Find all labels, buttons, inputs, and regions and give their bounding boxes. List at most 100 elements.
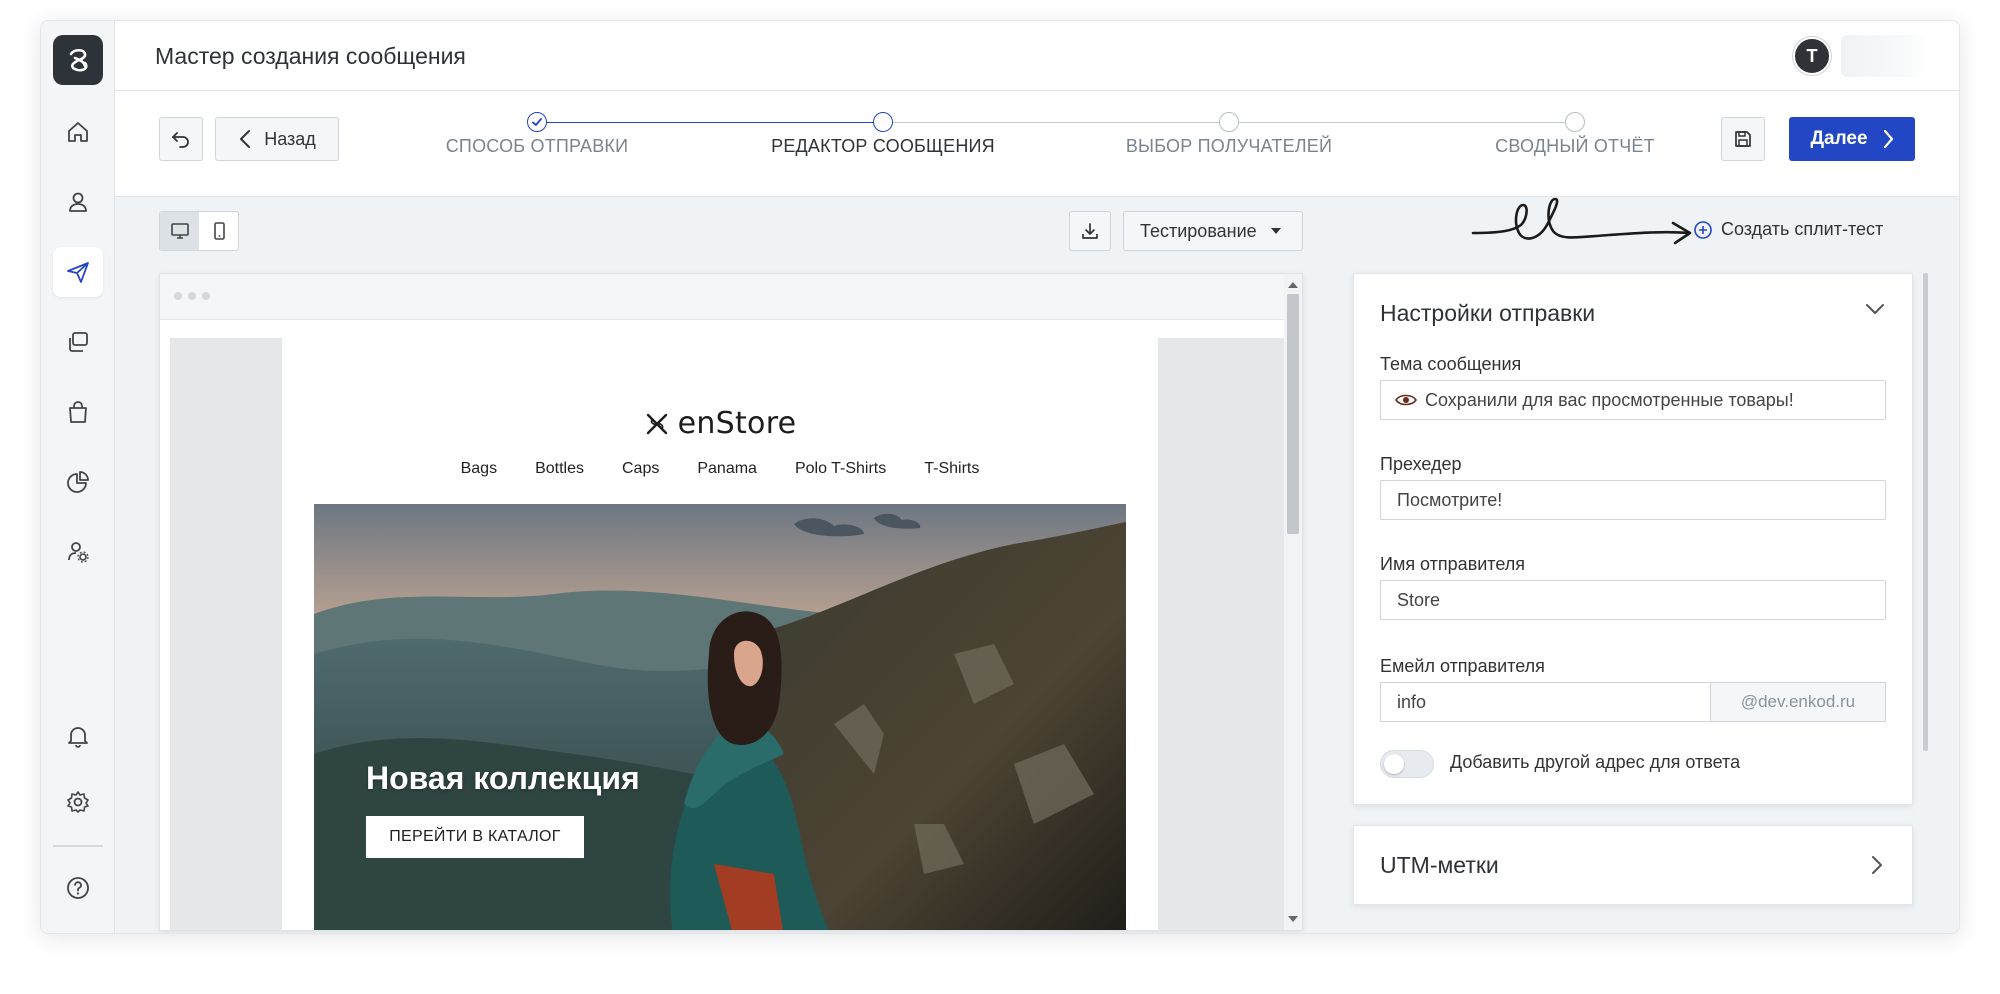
sidebar-item-user-settings[interactable] [53, 527, 103, 577]
window-dots [174, 292, 210, 300]
preheader-field[interactable]: Посмотрите! [1380, 480, 1886, 520]
brand-name: enStore [677, 406, 797, 441]
send-settings-panel: Настройки отправки Тема сообщения Сохран… [1353, 273, 1913, 805]
toggle-knob [1384, 754, 1404, 774]
email-nav: Bags Bottles Caps Panama Polo T-Shirts T… [282, 460, 1158, 478]
send-icon [67, 262, 89, 283]
sidebar-item-templates[interactable] [53, 317, 103, 367]
reply-address-label[interactable]: Добавить другой адрес для ответа [1450, 752, 1740, 773]
email-nav-item[interactable]: T-Shirts [924, 460, 979, 478]
testing-dropdown[interactable]: Тестирование [1123, 211, 1303, 251]
send-settings-title[interactable]: Настройки отправки [1380, 300, 1595, 327]
step-2-indicator[interactable] [873, 112, 893, 132]
undo-icon [172, 132, 189, 148]
user-name-blurred[interactable] [1841, 35, 1929, 77]
step-3-label[interactable]: ВЫБОР ПОЛУЧАТЕЛЕЙ [1126, 136, 1332, 157]
chevron-right-icon [1883, 129, 1893, 149]
back-button[interactable]: Назад [215, 117, 339, 161]
email-nav-item[interactable]: Polo T-Shirts [795, 460, 886, 478]
user-gear-icon [68, 542, 89, 563]
split-test-label: Создать сплит-тест [1721, 219, 1884, 239]
catalog-button[interactable]: ПЕРЕЙТИ В КАТАЛОГ [366, 816, 584, 858]
email-nav-item[interactable]: Bags [461, 460, 497, 478]
sidebar-item-contacts[interactable] [53, 177, 103, 227]
user-icon [69, 192, 87, 212]
settings-scrollbar[interactable] [1923, 273, 1928, 751]
desktop-icon [170, 223, 189, 239]
eye-icon[interactable] [1395, 393, 1417, 407]
testing-dropdown-label: Тестирование [1140, 220, 1257, 241]
check-icon [532, 118, 542, 126]
download-icon [1082, 223, 1098, 239]
mobile-view-button[interactable] [199, 212, 238, 250]
sidebar-item-help[interactable] [53, 863, 103, 913]
sender-name-field[interactable]: Store [1380, 580, 1886, 620]
app-window: Мастер создания сообщения T Назад СПОСОБ… [40, 20, 1960, 934]
back-button-label: Назад [264, 128, 316, 149]
sidebar-divider [53, 845, 103, 847]
bell-icon [68, 727, 88, 748]
logo-icon [69, 48, 88, 72]
create-split-test-link[interactable]: Создать сплит-тест [1693, 219, 1883, 240]
download-button[interactable] [1069, 211, 1111, 251]
sender-email-label: Емейл отправителя [1380, 656, 1545, 676]
sender-email-row: info @dev.enkod.ru [1380, 682, 1886, 722]
wizard-bar: Назад СПОСОБ ОТПРАВКИ РЕДАКТОР СООБЩЕНИЯ… [115, 91, 1959, 197]
subject-field[interactable]: Сохранили для вас просмотренные товары! [1380, 380, 1886, 420]
sidebar-item-notifications[interactable] [53, 711, 103, 761]
preview-window-bar [160, 274, 1284, 320]
hero-title: Новая коллекция [366, 760, 640, 796]
handwritten-arrow-icon [1471, 197, 1692, 245]
sidebar-item-shop[interactable] [53, 387, 103, 437]
preheader-label: Прехедер [1380, 454, 1462, 474]
step-3-indicator[interactable] [1219, 112, 1239, 132]
email-brand[interactable]: enStore [282, 406, 1158, 441]
chevron-left-icon [240, 130, 251, 148]
preview-scrollbar[interactable] [1284, 274, 1302, 930]
email-content: enStore Bags Bottles Caps Panama Polo T-… [282, 338, 1158, 930]
hero-banner[interactable]: Новая коллекция ПЕРЕЙТИ В КАТАЛОГ [314, 504, 1126, 930]
next-button[interactable]: Далее [1789, 117, 1915, 161]
step-2-label[interactable]: РЕДАКТОР СООБЩЕНИЯ [771, 136, 995, 157]
sidebar-item-home[interactable] [53, 107, 103, 157]
step-4-label[interactable]: СВОДНЫЙ ОТЧЁТ [1495, 136, 1655, 157]
sender-name-label: Имя отправителя [1380, 554, 1526, 574]
plus-circle-icon [1694, 220, 1712, 239]
device-toggle [159, 211, 239, 251]
undo-button[interactable] [159, 117, 203, 161]
utm-title: UTM-метки [1380, 852, 1499, 878]
step-1-indicator[interactable] [527, 112, 547, 132]
subject-value: Сохранили для вас просмотренные товары! [1425, 389, 1794, 410]
sidebar-item-analytics[interactable] [53, 457, 103, 507]
step-progress-line [537, 122, 883, 123]
home-icon [68, 122, 88, 142]
step-1-label[interactable]: СПОСОБ ОТПРАВКИ [446, 136, 629, 157]
page-title: Мастер создания сообщения [155, 43, 466, 69]
chevron-right-icon [1872, 856, 1882, 874]
preview-scroll-thumb[interactable] [1287, 294, 1299, 534]
next-button-label: Далее [1810, 128, 1868, 149]
help-icon [67, 877, 89, 899]
save-button[interactable] [1721, 117, 1765, 161]
email-nav-item[interactable]: Caps [622, 460, 659, 478]
email-preview: enStore Bags Bottles Caps Panama Polo T-… [159, 273, 1303, 931]
brand-logo-icon [646, 413, 667, 434]
chevron-down-icon[interactable] [1864, 302, 1886, 316]
avatar[interactable]: T [1793, 37, 1831, 75]
email-nav-item[interactable]: Bottles [535, 460, 584, 478]
email-nav-item[interactable]: Panama [697, 460, 757, 478]
bag-icon [69, 401, 87, 423]
reply-address-toggle[interactable] [1380, 750, 1434, 778]
copy-icon [69, 332, 88, 352]
utm-panel[interactable]: UTM-метки [1353, 825, 1913, 905]
subject-label: Тема сообщения [1380, 354, 1522, 374]
pie-chart-icon [67, 471, 89, 493]
sidebar-item-settings[interactable] [53, 777, 103, 827]
scroll-down-icon[interactable] [1288, 916, 1298, 922]
desktop-view-button[interactable] [160, 212, 199, 250]
app-logo[interactable] [53, 35, 103, 85]
sidebar-item-messages[interactable] [53, 247, 103, 297]
sender-email-field[interactable]: info [1380, 682, 1710, 722]
step-4-indicator[interactable] [1565, 112, 1585, 132]
scroll-up-icon[interactable] [1288, 282, 1298, 288]
